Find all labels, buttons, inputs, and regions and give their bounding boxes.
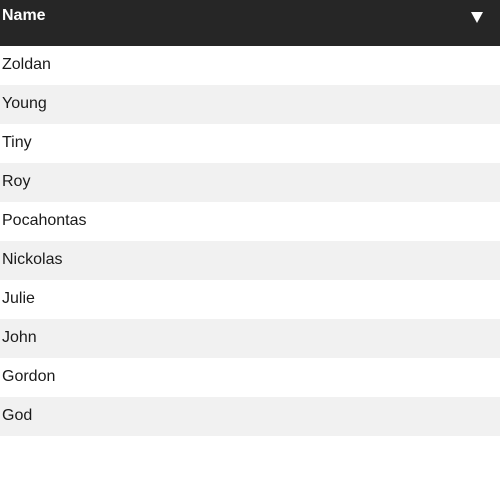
table-row[interactable]: Pocahontas xyxy=(0,202,500,241)
sort-descending-icon[interactable] xyxy=(471,12,483,23)
name-list: Zoldan Young Tiny Roy Pocahontas Nickola… xyxy=(0,46,500,436)
table-row[interactable]: Tiny xyxy=(0,124,500,163)
table-row[interactable]: Gordon xyxy=(0,358,500,397)
name-table: Name Zoldan Young Tiny Roy Pocahontas Ni… xyxy=(0,0,500,436)
column-header-label: Name xyxy=(2,7,46,24)
table-row[interactable]: Zoldan xyxy=(0,46,500,85)
table-row[interactable]: God xyxy=(0,397,500,436)
table-row[interactable]: Julie xyxy=(0,280,500,319)
table-row[interactable]: Young xyxy=(0,85,500,124)
name-column-header[interactable]: Name xyxy=(0,0,500,46)
table-row[interactable]: Nickolas xyxy=(0,241,500,280)
table-row[interactable]: John xyxy=(0,319,500,358)
table-row[interactable]: Roy xyxy=(0,163,500,202)
